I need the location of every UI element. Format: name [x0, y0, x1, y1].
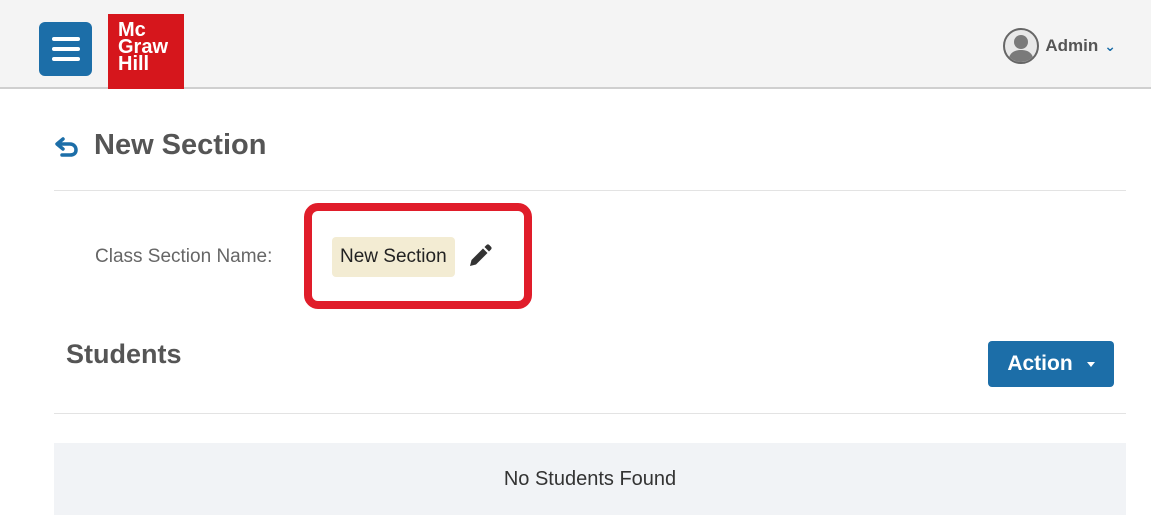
caret-down-icon	[1086, 361, 1095, 367]
user-name: Admin	[1045, 36, 1099, 55]
section-name-value[interactable]: New Section	[332, 237, 455, 277]
page-header: New Section	[54, 120, 1126, 191]
user-avatar-icon	[1003, 28, 1040, 64]
students-header: Students Action	[54, 335, 1126, 414]
menu-bar-line	[51, 47, 80, 51]
students-title: Students	[66, 339, 182, 369]
user-menu[interactable]: Admin ⌄	[1003, 27, 1116, 65]
menu-bar-line	[51, 37, 80, 41]
class-section-name-row: Class Section Name:	[95, 236, 272, 278]
mcgraw-hill-logo: Mc Graw Hill	[108, 14, 184, 89]
page-title: New Section	[94, 129, 267, 161]
students-empty-state: No Students Found	[54, 443, 1126, 515]
logo-line: Hill	[118, 53, 150, 75]
pencil-icon[interactable]	[465, 243, 493, 271]
empty-state-message: No Students Found	[503, 467, 677, 490]
action-dropdown-button[interactable]: Action	[988, 341, 1114, 387]
top-bar: Mc Graw Hill Admin ⌄	[0, 0, 1151, 89]
menu-bar-line	[51, 57, 80, 61]
action-button-label: Action	[1007, 352, 1073, 375]
chevron-down-icon: ⌄	[1104, 37, 1116, 54]
class-section-name-label: Class Section Name:	[95, 246, 273, 267]
hamburger-menu-button[interactable]	[39, 22, 92, 76]
section-name-editor: New Section	[332, 236, 493, 278]
back-arrow-icon[interactable]	[54, 134, 80, 160]
